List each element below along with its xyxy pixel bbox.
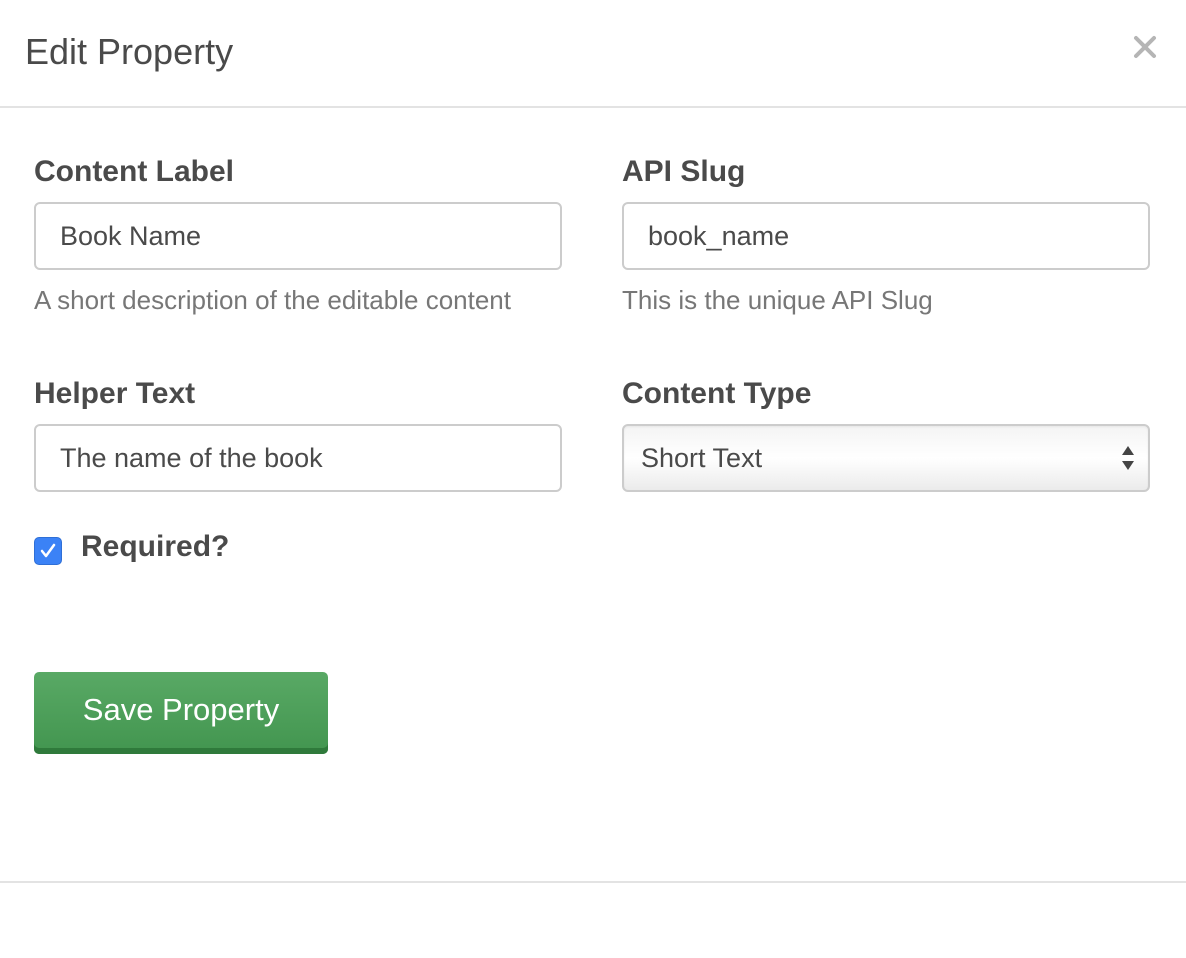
api-slug-input[interactable] <box>622 202 1150 270</box>
helper-text-input[interactable] <box>34 424 562 492</box>
close-icon <box>1130 28 1160 64</box>
close-button[interactable] <box>1130 28 1160 64</box>
checkmark-icon <box>35 538 61 564</box>
helper-text-field: Helper Text <box>34 376 562 492</box>
content-label-input[interactable] <box>34 202 562 270</box>
helper-text-label: Helper Text <box>34 377 196 410</box>
content-type-field: Content Type Short Text <box>622 376 1150 492</box>
content-label-field: Content Label A short description of the… <box>34 154 562 316</box>
required-checkbox[interactable] <box>34 537 62 565</box>
select-arrows-icon <box>1120 444 1136 472</box>
dialog-header: Edit Property <box>0 0 1186 108</box>
api-slug-help-text: This is the unique API Slug <box>622 285 933 315</box>
save-property-button[interactable]: Save Property <box>34 672 328 754</box>
footer-divider <box>0 881 1186 883</box>
content-label-help-text: A short description of the editable cont… <box>34 285 511 315</box>
api-slug-field: API Slug This is the unique API Slug <box>622 154 1150 316</box>
content-type-label: Content Type <box>622 377 812 410</box>
dialog-title: Edit Property <box>25 31 234 72</box>
edit-property-dialog: Edit Property Content Label A short desc… <box>0 0 1186 958</box>
content-label-label: Content Label <box>34 155 234 188</box>
required-label[interactable]: Required? <box>81 528 229 566</box>
content-type-selected-value: Short Text <box>641 443 763 473</box>
api-slug-label: API Slug <box>622 155 746 188</box>
content-type-select[interactable]: Short Text <box>622 424 1150 492</box>
